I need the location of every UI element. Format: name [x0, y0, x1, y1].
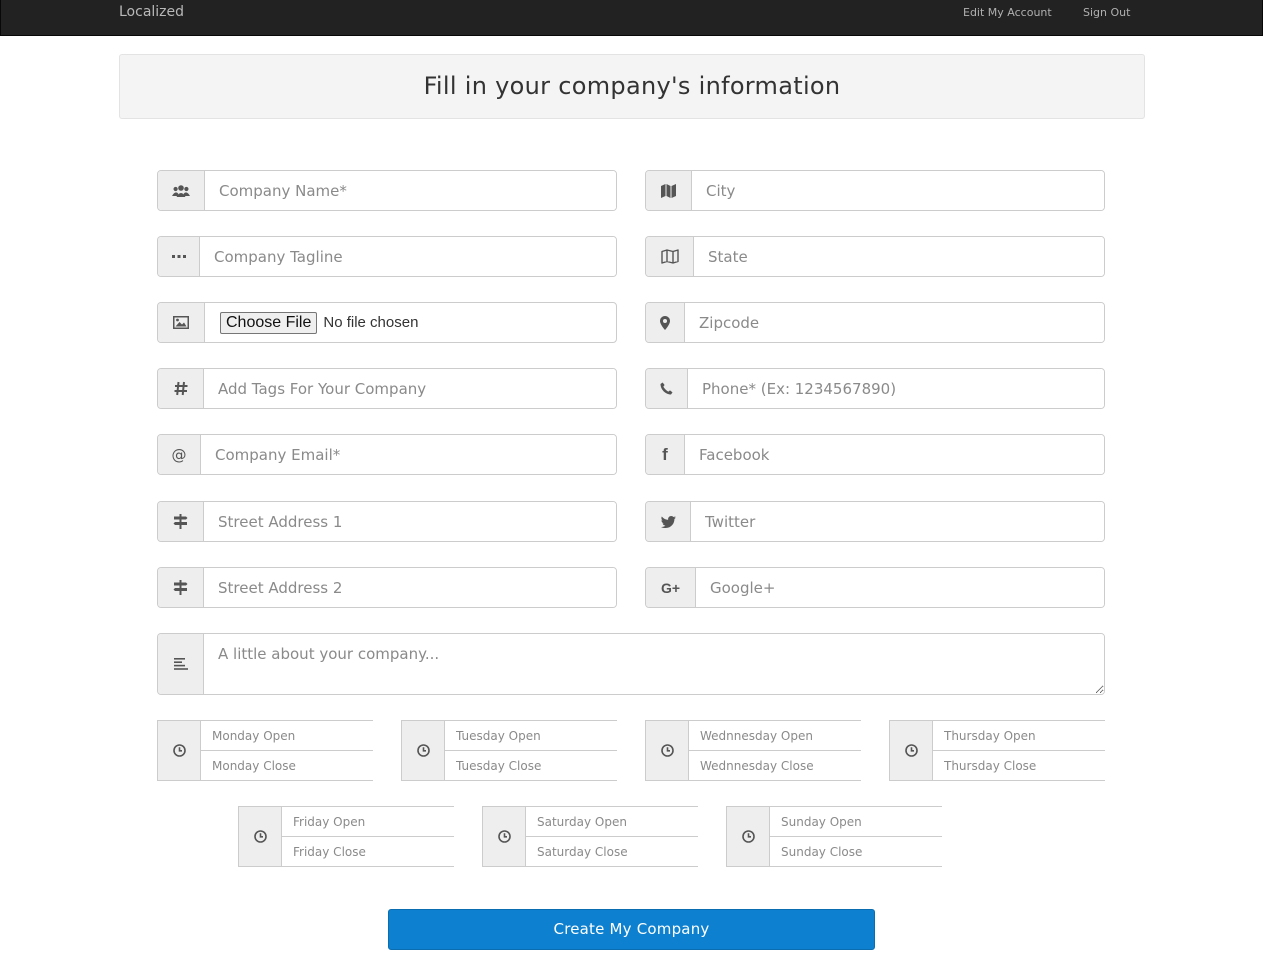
street-address-1-input[interactable] [204, 502, 616, 541]
saturday-hours-group [482, 806, 698, 867]
google-plus-input[interactable] [696, 568, 1104, 607]
google-plus-group: G+ [645, 567, 1105, 608]
facebook-group: f [645, 434, 1105, 475]
hashtag-icon [158, 369, 204, 408]
sign-out-link[interactable]: Sign Out [1083, 0, 1130, 25]
map-marker-icon [646, 303, 685, 342]
sunday-hours-group [726, 806, 942, 867]
friday-hours-inputs [282, 807, 454, 866]
clock-icon [158, 721, 201, 780]
phone-input[interactable] [688, 369, 1104, 408]
facebook-icon: f [646, 435, 685, 474]
city-group [645, 170, 1105, 211]
file-input: Choose File No file chosen [205, 303, 616, 342]
state-input[interactable] [694, 237, 1104, 276]
users-icon [158, 171, 205, 210]
friday-open-input[interactable] [282, 807, 454, 837]
street-address-1-group [157, 501, 617, 542]
street-address-2-input[interactable] [204, 568, 616, 607]
thursday-open-input[interactable] [933, 721, 1105, 751]
about-textarea[interactable] [204, 634, 1104, 694]
tags-group [157, 368, 617, 409]
company-name-group [157, 170, 617, 211]
about-group [157, 633, 1105, 695]
page-title: Fill in your company's information [423, 72, 841, 100]
file-status-text: No file chosen [323, 314, 419, 331]
facebook-input[interactable] [685, 435, 1104, 474]
align-left-icon [158, 634, 204, 694]
wednesday-close-input[interactable] [689, 751, 861, 780]
clock-icon [239, 807, 282, 866]
map-icon [646, 171, 692, 210]
company-name-input[interactable] [205, 171, 616, 210]
saturday-open-input[interactable] [526, 807, 698, 837]
friday-hours-group [238, 806, 454, 867]
company-tagline-group [157, 236, 617, 277]
phone-group [645, 368, 1105, 409]
street-address-2-group [157, 567, 617, 608]
friday-close-input[interactable] [282, 837, 454, 866]
at-icon: @ [158, 435, 201, 474]
wednesday-open-input[interactable] [689, 721, 861, 751]
clock-icon [890, 721, 933, 780]
clock-icon [402, 721, 445, 780]
monday-close-input[interactable] [201, 751, 373, 780]
company-tagline-input[interactable] [200, 237, 616, 276]
choose-file-button[interactable]: Choose File [220, 311, 318, 334]
twitter-icon [646, 502, 691, 541]
brand-logo[interactable]: Localized [119, 0, 184, 25]
thursday-hours-group [889, 720, 1105, 781]
ellipsis-icon [158, 237, 200, 276]
state-group [645, 236, 1105, 277]
signpost-icon [158, 568, 204, 607]
monday-hours-inputs [201, 721, 373, 780]
create-company-button[interactable]: Create My Company [388, 909, 875, 950]
company-email-input[interactable] [201, 435, 616, 474]
city-input[interactable] [692, 171, 1104, 210]
signpost-icon [158, 502, 204, 541]
wednesday-hours-group [645, 720, 861, 781]
map-outline-icon [646, 237, 694, 276]
monday-open-input[interactable] [201, 721, 373, 751]
thursday-hours-inputs [933, 721, 1105, 780]
saturday-hours-inputs [526, 807, 698, 866]
twitter-group [645, 501, 1105, 542]
zipcode-group [645, 302, 1105, 343]
clock-icon [483, 807, 526, 866]
sunday-close-input[interactable] [770, 837, 942, 866]
twitter-input[interactable] [691, 502, 1104, 541]
image-icon [158, 303, 205, 342]
wednesday-hours-inputs [689, 721, 861, 780]
navbar: Localized Edit My Account Sign Out [0, 0, 1263, 36]
page-header: Fill in your company's information [119, 54, 1145, 119]
tuesday-open-input[interactable] [445, 721, 617, 751]
saturday-close-input[interactable] [526, 837, 698, 866]
tuesday-hours-group [401, 720, 617, 781]
logo-upload-group: Choose File No file chosen [157, 302, 617, 343]
monday-hours-group [157, 720, 373, 781]
phone-icon [646, 369, 688, 408]
clock-icon [646, 721, 689, 780]
tuesday-hours-inputs [445, 721, 617, 780]
zipcode-input[interactable] [685, 303, 1104, 342]
thursday-close-input[interactable] [933, 751, 1105, 780]
edit-account-link[interactable]: Edit My Account [963, 0, 1052, 25]
sunday-open-input[interactable] [770, 807, 942, 837]
tags-input[interactable] [204, 369, 616, 408]
google-plus-icon: G+ [646, 568, 696, 607]
tuesday-close-input[interactable] [445, 751, 617, 780]
sunday-hours-inputs [770, 807, 942, 866]
clock-icon [727, 807, 770, 866]
company-email-group: @ [157, 434, 617, 475]
